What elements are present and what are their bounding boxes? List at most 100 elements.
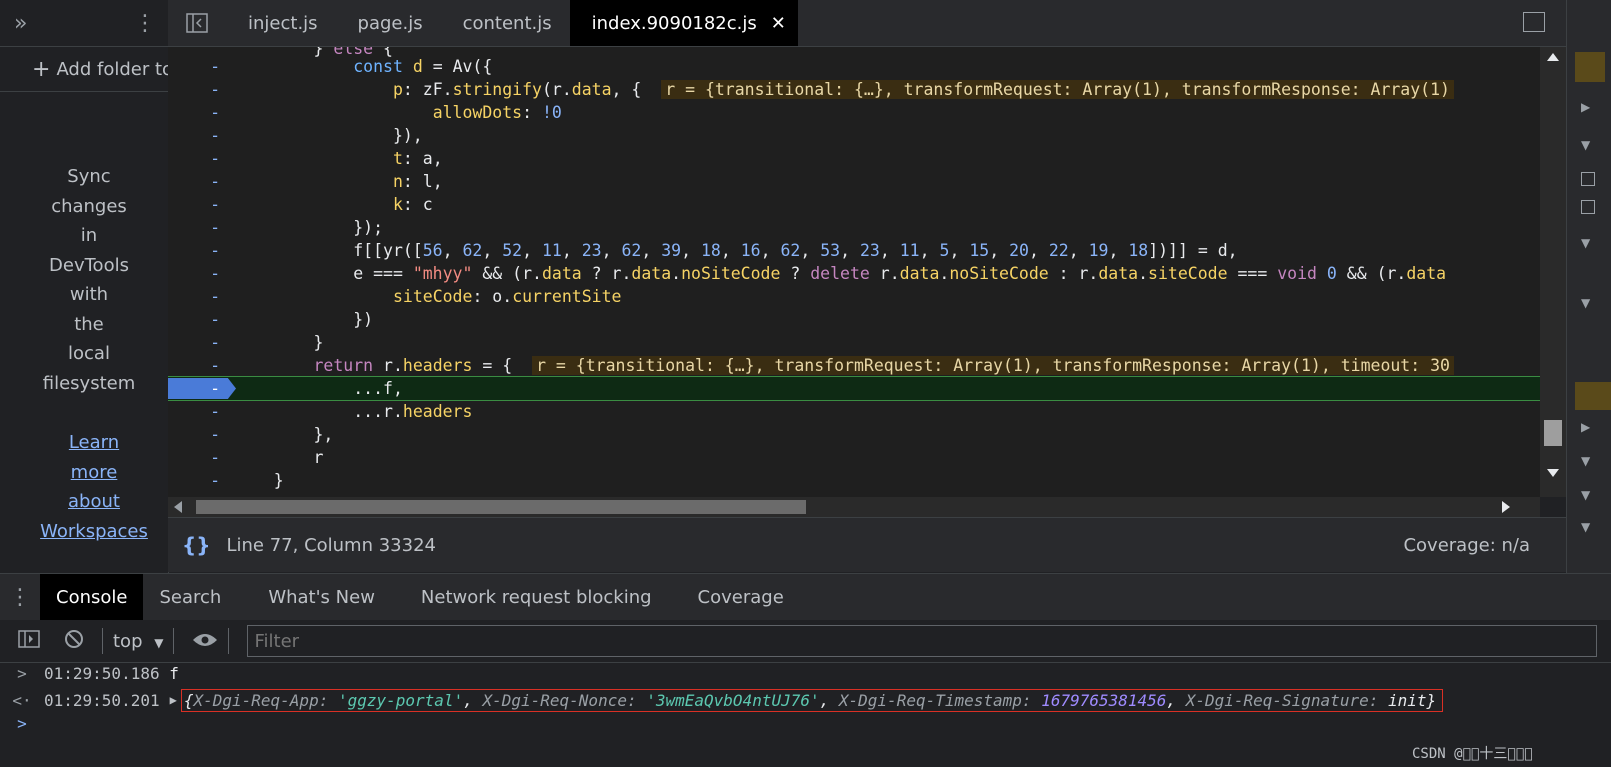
input-arrow-icon: >	[17, 663, 27, 683]
sync-line: filesystem	[42, 372, 136, 394]
code-line: - e === "mhyy" && (r.data ? r.data.noSit…	[210, 264, 1447, 283]
link-line[interactable]: Learn	[34, 428, 154, 458]
code-line: - })	[210, 310, 374, 329]
cursor-position: Line 77, Column 33324	[226, 534, 436, 556]
coverage-status[interactable]: Coverage: n/a	[1403, 535, 1530, 556]
scroll-right-icon[interactable]	[1502, 501, 1510, 513]
collapse-arrow-icon[interactable]: ▼	[1581, 236, 1590, 250]
debugger-panel-edge: ▶ ▼ ▼ ▼ ▶ ▼ ▼ ▼	[1523, 0, 1611, 573]
drawer-menu-icon[interactable]: ⋮	[0, 585, 40, 610]
vertical-scroll-thumb[interactable]	[1544, 420, 1562, 446]
console-input-text: f	[169, 663, 179, 683]
info-icon	[1575, 52, 1605, 82]
sync-line: in	[80, 225, 98, 246]
context-selector[interactable]: top ▼	[113, 631, 163, 652]
sync-line: with	[69, 284, 109, 305]
result-arrow-icon: <·	[12, 690, 32, 710]
code-line: - r	[210, 448, 324, 467]
divider	[228, 628, 230, 654]
code-line: - },	[210, 425, 334, 444]
console-prompt[interactable]: >	[0, 711, 1611, 735]
editor-status-bar: {} Line 77, Column 33324 Coverage: n/a	[168, 517, 1566, 572]
workspace-sidebar: » ⋮ + Add folder to workspace Sync chang…	[0, 0, 169, 573]
collapse-arrow-icon[interactable]: ▼	[1581, 488, 1590, 502]
collapse-arrow-icon[interactable]: ▼	[1581, 520, 1590, 534]
sidebar-toggle-icon[interactable]	[18, 629, 40, 653]
sync-line: changes	[51, 195, 127, 217]
inline-value-hint[interactable]: r = {transitional: {…}, transformRequest…	[661, 80, 1454, 99]
link-line[interactable]: about	[34, 487, 154, 517]
tab-index-js[interactable]: index.9090182c.js ✕	[569, 0, 798, 46]
code-line: - return r.headers = { r = {transitional…	[168, 354, 1566, 377]
console-toolbar: top ▼	[0, 620, 1611, 663]
paused-code-line: - ...f,	[168, 376, 1566, 401]
highlighted-row	[1575, 382, 1611, 410]
tab-page-js[interactable]: page.js	[336, 0, 441, 46]
checkbox[interactable]	[1581, 172, 1595, 186]
clear-console-icon[interactable]	[64, 629, 84, 654]
sync-line: Sync	[67, 166, 111, 187]
tab-inject-js[interactable]: inject.js	[226, 0, 336, 46]
expand-arrow-icon[interactable]: ▶	[1581, 100, 1590, 114]
console-output: > 01:29:50.186 f <· 01:29:50.201 ▶ {X-Dg…	[0, 663, 1611, 767]
sync-line: the	[74, 313, 104, 335]
collapse-arrow-icon[interactable]: ▼	[1581, 296, 1590, 310]
kebab-menu-icon[interactable]: ⋮	[134, 11, 156, 36]
prompt-arrow-icon: >	[17, 713, 27, 733]
tab-whats-new[interactable]: What's New	[245, 574, 398, 620]
code-line: - f[[yr([56, 62, 52, 11, 23, 62, 39, 18,…	[210, 241, 1238, 260]
horizontal-scroll-thumb[interactable]	[196, 500, 806, 514]
scroll-down-icon[interactable]	[1547, 469, 1559, 477]
link-line[interactable]: Workspaces	[34, 517, 154, 547]
checkbox[interactable]	[1581, 200, 1595, 214]
more-tabs-icon[interactable]: »	[14, 11, 27, 36]
add-folder-button[interactable]: + Add folder to workspace	[0, 47, 168, 92]
toggle-navigator-icon[interactable]	[168, 0, 226, 46]
inline-value-hint[interactable]: r = {transitional: {…}, transformRequest…	[532, 356, 1454, 375]
scroll-up-icon[interactable]	[1547, 53, 1559, 61]
sidebar-header: » ⋮	[0, 0, 168, 47]
collapse-arrow-icon[interactable]: ▼	[1581, 454, 1590, 468]
tab-console[interactable]: Console	[40, 574, 144, 620]
learn-more-workspaces-link[interactable]: Learn more about Workspaces	[34, 428, 154, 546]
close-icon[interactable]: ✕	[771, 13, 786, 34]
timestamp: 01:29:50.186	[44, 663, 160, 683]
tab-network-request-blocking[interactable]: Network request blocking	[398, 574, 675, 620]
timestamp: 01:29:50.201	[44, 690, 160, 710]
sync-description: Sync changes in DevTools with the local …	[34, 162, 144, 398]
result-object[interactable]: {X-Dgi-Req-App: 'ggzy-portal', X-Dgi-Req…	[180, 688, 1444, 712]
divider	[102, 628, 103, 654]
drawer-tab-bar: ⋮ Console Search What's New Network requ…	[0, 573, 1611, 621]
filter-input[interactable]	[247, 625, 1598, 657]
console-message: <· 01:29:50.201 ▶ {X-Dgi-Req-App: 'ggzy-…	[0, 688, 1611, 712]
plus-icon: +	[32, 56, 51, 82]
scroll-left-icon[interactable]	[174, 501, 182, 513]
code-line: - }	[210, 471, 284, 490]
code-line: - n: l,	[210, 172, 443, 191]
context-label: top	[113, 630, 143, 652]
code-line: - siteCode: o.currentSite	[210, 287, 622, 306]
code-line: - }),	[210, 126, 423, 145]
code-line: - }	[210, 333, 324, 352]
code-line: - allowDots: !0	[210, 103, 562, 122]
watermark: CSDN @  十三   	[1412, 746, 1533, 762]
code-line: - p: zF.stringify(r.data, { r = {transit…	[168, 78, 1566, 101]
expand-arrow-icon[interactable]: ▶	[1581, 420, 1590, 434]
panel-toggle-icon[interactable]	[1523, 12, 1545, 32]
tab-content-js[interactable]: content.js	[441, 0, 570, 46]
code-line: - k: c	[210, 195, 433, 214]
code-line: - });	[210, 218, 384, 237]
code-line: - t: a,	[210, 149, 443, 168]
tab-label: index.9090182c.js	[591, 12, 757, 34]
dropdown-arrow-icon: ▼	[154, 635, 164, 650]
pretty-print-icon[interactable]: {}	[182, 533, 210, 557]
collapse-arrow-icon[interactable]: ▼	[1581, 138, 1590, 152]
live-expression-eye-icon[interactable]	[192, 629, 218, 654]
divider	[173, 628, 175, 654]
tab-search[interactable]: Search	[143, 574, 245, 620]
expand-object-icon[interactable]: ▶	[170, 693, 177, 707]
editor-tab-bar: inject.js page.js content.js index.90901…	[168, 0, 1588, 47]
code-editor[interactable]: } else { - const d = Av({ - p: zF.string…	[168, 47, 1566, 497]
link-line[interactable]: more	[34, 458, 154, 488]
tab-coverage[interactable]: Coverage	[675, 574, 807, 620]
